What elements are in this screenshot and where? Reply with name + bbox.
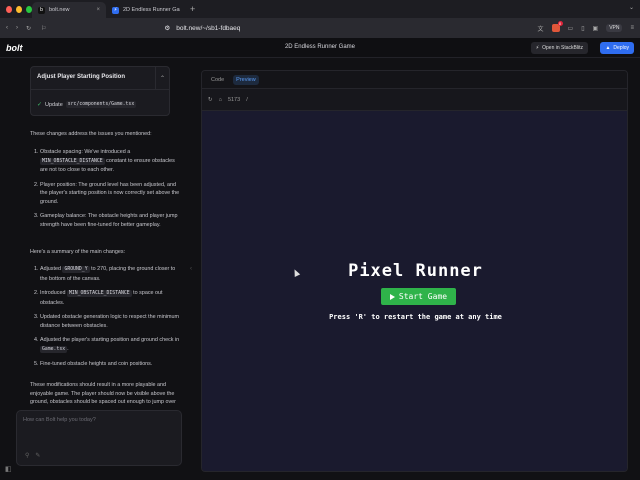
preview-frame[interactable]: Pixel Runner Start Game Press 'R' to res… <box>202 111 627 471</box>
wallet-icon[interactable]: ▣ <box>593 25 599 32</box>
minimize-window-button[interactable] <box>16 5 22 13</box>
issues-list: Obstacle spacing: We've introduced a MIN… <box>30 148 180 235</box>
message-intro: These changes address the issues you men… <box>30 131 152 137</box>
window-controls <box>0 5 32 13</box>
check-icon: ✓ <box>37 102 43 108</box>
reload-icon[interactable]: ↻ <box>26 25 31 32</box>
start-game-button[interactable]: Start Game <box>381 288 456 305</box>
stackblitz-icon: ⚡ <box>535 45 540 51</box>
summary-intro: Here's a summary of the main changes: <box>30 249 126 255</box>
menu-icon[interactable]: ≡ <box>630 25 634 31</box>
close-tab-icon[interactable]: × <box>96 7 100 13</box>
action-label: Update <box>45 101 63 108</box>
changes-list: Adjusted GROUND_Y to 270, placing the gr… <box>30 265 180 375</box>
close-window-button[interactable] <box>6 5 12 13</box>
extensions-icon[interactable]: ▭ <box>568 25 574 32</box>
preview-port: 5173 <box>227 96 241 103</box>
preview-url-bar: ↻ ⌂ 5173 / <box>202 89 627 111</box>
list-item: Adjusted the player's starting position … <box>40 336 180 354</box>
tab-code[interactable]: Code <box>208 75 227 85</box>
tab-label: bolt.new <box>49 7 70 13</box>
play-icon <box>389 293 395 300</box>
attach-icon[interactable]: ⚲ <box>25 452 29 459</box>
forward-arrow-icon[interactable]: › <box>16 25 18 31</box>
list-item: Updated obstacle generation logic to res… <box>40 313 180 330</box>
list-item: Player position: The ground level has be… <box>40 181 180 207</box>
browser-tab-bolt[interactable]: b bolt.new × <box>32 2 106 18</box>
artifact-collapse-button[interactable]: ⌃ <box>155 67 169 89</box>
artifact-card[interactable]: Adjust Player Starting Position ⌃ ✓ Upda… <box>30 66 170 116</box>
stackblitz-favicon-icon: ⚡ <box>112 6 119 14</box>
message-closing: These modifications should result in a m… <box>30 382 176 405</box>
bolt-favicon-icon: b <box>38 6 45 14</box>
artifact-title: Adjust Player Starting Position <box>37 74 126 80</box>
sidebar-toggle-icon[interactable]: ◧ <box>5 465 12 473</box>
panel-resize-chevron-icon[interactable]: ‹ <box>190 266 192 272</box>
browser-address-bar: ‹ › ↻ ⚐ ⚙ bolt.new/~/sb1-fdbaeq 文 0 ▭ ▯ … <box>0 18 640 38</box>
sidebar-icon[interactable]: ▯ <box>581 25 584 32</box>
deploy-button[interactable]: ▲ Deploy <box>600 42 634 54</box>
site-settings-icon[interactable]: ⚙ <box>164 24 170 32</box>
divider <box>31 89 169 90</box>
list-item: Obstacle spacing: We've introduced a MIN… <box>40 148 180 175</box>
chat-input[interactable] <box>23 417 173 423</box>
tab-list-chevron-down-icon[interactable]: ⌄ <box>629 4 634 11</box>
tab-preview[interactable]: Preview <box>233 74 259 85</box>
url-field[interactable]: ⚙ bolt.new/~/sb1-fdbaeq <box>164 24 241 33</box>
workbench-tabs: Code Preview <box>202 71 627 89</box>
bookmark-icon[interactable]: ⚐ <box>41 25 46 32</box>
file-path: src/components/Game.tsx <box>65 101 137 108</box>
vpn-button[interactable]: VPN <box>606 24 623 32</box>
new-tab-button[interactable]: + <box>190 4 195 14</box>
preview-path[interactable]: / <box>246 97 248 103</box>
app-header: bolt 2D Endless Runner Game ⚡ Open in St… <box>0 38 640 58</box>
open-in-stackblitz-button[interactable]: ⚡ Open in StackBlitz <box>530 42 588 54</box>
enhance-prompt-icon[interactable]: ✎ <box>35 452 40 459</box>
chat-pane: Adjust Player Starting Position ⌃ ✓ Upda… <box>0 58 195 480</box>
chat-input-box[interactable]: ⚲ ✎ <box>16 410 182 466</box>
translate-icon[interactable]: 文 <box>538 24 544 33</box>
back-arrow-icon[interactable]: ‹ <box>6 25 8 31</box>
list-item: Gameplay balance: The obstacle heights a… <box>40 212 180 229</box>
shield-badge: 0 <box>557 21 563 26</box>
list-item: Introduced MIN_OBSTACLE_DISTANCE to spac… <box>40 289 180 307</box>
deploy-icon: ▲ <box>605 45 611 51</box>
start-game-label: Start Game <box>398 292 448 301</box>
url-text: bolt.new/~/sb1-fdbaeq <box>176 24 241 32</box>
game-title: Pixel Runner <box>348 261 483 281</box>
port-icon: ⌂ <box>218 96 222 103</box>
deploy-label: Deploy <box>613 45 629 51</box>
list-item: Fine-tuned obstacle heights and coin pos… <box>40 360 180 369</box>
list-item: Adjusted GROUND_Y to 270, placing the gr… <box>40 265 180 283</box>
artifact-action: ✓ Update src/components/Game.tsx <box>37 101 137 108</box>
tab-label: 2D Endless Runner Game - Stac <box>123 7 180 13</box>
refresh-preview-icon[interactable]: ↻ <box>208 97 213 103</box>
brave-shield-icon[interactable]: 0 <box>551 21 563 32</box>
browser-tab-stackblitz[interactable]: ⚡ 2D Endless Runner Game - Stac <box>106 2 186 18</box>
open-in-stackblitz-label: Open in StackBlitz <box>542 45 583 51</box>
restart-hint: Press 'R' to restart the game at any tim… <box>329 313 502 321</box>
browser-tab-strip: b bolt.new × ⚡ 2D Endless Runner Game - … <box>0 0 640 18</box>
workbench: Code Preview ↻ ⌂ 5173 / Pixel Runner Sta… <box>201 70 628 472</box>
chevron-up-icon: ⌃ <box>159 75 166 82</box>
